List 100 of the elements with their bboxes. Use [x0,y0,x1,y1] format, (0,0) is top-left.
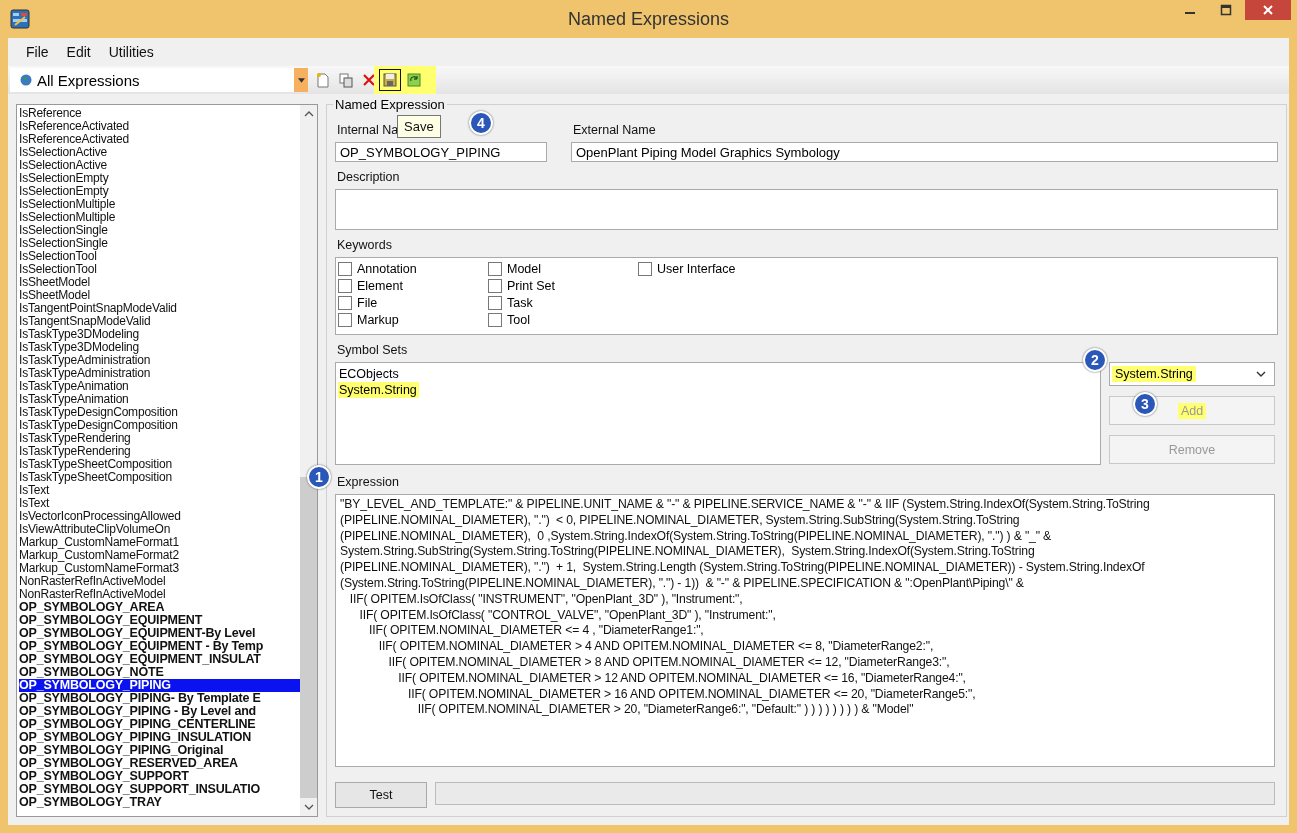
list-item[interactable]: IsSheetModel [19,289,300,302]
list-item[interactable]: IsViewAttributeClipVolumeOn [19,523,300,536]
list-item[interactable]: OP_SYMBOLOGY_PIPING_CENTERLINE [19,718,300,731]
copy-icon[interactable] [338,72,354,88]
keyword-checkbox[interactable]: Markup [338,311,488,328]
keyword-checkbox[interactable]: File [338,294,488,311]
list-item[interactable]: IsTaskTypeRendering [19,445,300,458]
checkbox-icon[interactable] [338,261,352,276]
list-item[interactable]: OP_SYMBOLOGY_PIPING_INSULATION [19,731,300,744]
checkbox-icon[interactable] [338,278,352,293]
menu-item[interactable]: Edit [66,44,91,60]
checkbox-icon[interactable] [338,312,352,327]
list-item[interactable]: IsSelectionTool [19,250,300,263]
keyword-checkbox[interactable]: Tool [488,311,638,328]
keyword-checkbox[interactable]: User Interface [638,260,788,277]
list-item[interactable]: IsTangentPointSnapModeValid [19,302,300,315]
external-name-field[interactable]: OpenPlant Piping Model Graphics Symbology [571,142,1278,162]
symbol-set-item[interactable]: ECObjects [338,366,401,382]
list-item[interactable]: OP_SYMBOLOGY_EQUIPMENT - By Temp [19,640,300,653]
test-button[interactable]: Test [335,782,427,808]
list-item[interactable]: NonRasterRefInActiveModel [19,588,300,601]
list-item[interactable]: NonRasterRefInActiveModel [19,575,300,588]
list-item[interactable]: IsSelectionSingle [19,224,300,237]
list-item[interactable]: IsSelectionEmpty [19,185,300,198]
save-icon[interactable] [382,72,398,88]
list-item[interactable]: IsTaskTypeSheetComposition [19,458,300,471]
keyword-checkbox[interactable]: Print Set [488,277,638,294]
field-label: Symbol Sets [337,343,409,357]
refresh-icon[interactable] [406,72,422,88]
list-item[interactable]: OP_SYMBOLOGY_TRAY [19,796,300,809]
callout-badge: 4 [469,111,493,135]
list-item[interactable]: OP_SYMBOLOGY_AREA [19,601,300,614]
close-button[interactable] [1245,0,1291,20]
keyword-checkbox[interactable]: Element [338,277,488,294]
list-item[interactable]: IsText [19,484,300,497]
list-item[interactable]: OP_SYMBOLOGY_EQUIPMENT_INSULAT [19,653,300,666]
internal-name-field[interactable]: OP_SYMBOLOGY_PIPING [335,142,547,162]
scrollbar-thumb[interactable] [300,477,317,798]
maximize-icon [1220,4,1232,16]
list-item[interactable]: OP_SYMBOLOGY_PIPING_Original [19,744,300,757]
scrollbar[interactable] [300,105,317,816]
symbol-set-item[interactable]: System.String [338,382,419,398]
list-item[interactable]: OP_SYMBOLOGY_SUPPORT_INSULATIO [19,783,300,796]
list-item[interactable]: IsSelectionMultiple [19,211,300,224]
checkbox-icon[interactable] [488,261,502,276]
list-item[interactable]: IsTaskTypeRendering [19,432,300,445]
list-item[interactable]: IsSheetModel [19,276,300,289]
menu-item[interactable]: File [26,44,49,60]
list-item[interactable]: OP_SYMBOLOGY_PIPING [19,679,300,692]
expression-field[interactable] [335,494,1275,767]
list-item[interactable]: IsTaskTypeDesignComposition [19,406,300,419]
scroll-up-icon[interactable] [303,111,314,117]
list-item[interactable]: OP_SYMBOLOGY_RESERVED_AREA [19,757,300,770]
chevron-icon [1256,371,1266,377]
list-item[interactable]: OP_SYMBOLOGY_PIPING - By Level and [19,705,300,718]
checkbox-icon[interactable] [638,261,652,276]
list-item[interactable]: IsSelectionActive [19,146,300,159]
list-item[interactable]: Markup_CustomNameFormat1 [19,536,300,549]
list-item[interactable]: OP_SYMBOLOGY_SUPPORT [19,770,300,783]
filter-dropdown[interactable]: All Expressions [10,68,308,92]
list-item[interactable]: Markup_CustomNameFormat2 [19,549,300,562]
list-item[interactable]: OP_SYMBOLOGY_EQUIPMENT [19,614,300,627]
description-field[interactable] [335,189,1278,230]
list-item[interactable]: Markup_CustomNameFormat3 [19,562,300,575]
list-item[interactable]: IsTangentSnapModeValid [19,315,300,328]
list-item[interactable]: IsSelectionSingle [19,237,300,250]
list-item[interactable]: OP_SYMBOLOGY_EQUIPMENT-By Level [19,627,300,640]
list-item[interactable]: IsTaskTypeDesignComposition [19,419,300,432]
callout-badge: 1 [307,465,331,489]
checkbox-icon[interactable] [338,295,352,310]
checkbox-icon[interactable] [488,278,502,293]
list-item[interactable]: IsText [19,497,300,510]
list-item[interactable]: IsTaskTypeAdministration [19,354,300,367]
list-item[interactable]: IsTaskTypeSheetComposition [19,471,300,484]
list-item[interactable]: IsTaskTypeAnimation [19,393,300,406]
keyword-checkbox[interactable]: Model [488,260,638,277]
list-item[interactable]: OP_SYMBOLOGY_PIPING- By Template E [19,692,300,705]
delete-icon[interactable] [361,72,377,88]
list-item[interactable]: IsSelectionTool [19,263,300,276]
callout-badge: 2 [1083,348,1107,372]
symbol-set-dropdown[interactable]: System.String [1109,362,1275,386]
list-item[interactable]: IsTaskType3DModeling [19,328,300,341]
list-item[interactable]: IsSelectionMultiple [19,198,300,211]
list-item[interactable]: IsVectorIconProcessingAllowed [19,510,300,523]
scroll-down-icon[interactable] [303,804,314,810]
list-item[interactable]: IsReference [19,107,300,120]
list-item[interactable]: IsReferenceActivated [19,133,300,146]
checkbox-icon[interactable] [488,295,502,310]
list-item[interactable]: IsTaskType3DModeling [19,341,300,354]
menu-item[interactable]: Utilities [108,44,154,60]
list-item[interactable]: OP_SYMBOLOGY_NOTE [19,666,300,679]
field-label: External Name [573,123,657,137]
list-item[interactable]: IsTaskTypeAnimation [19,380,300,393]
list-item[interactable]: IsTaskTypeAdministration [19,367,300,380]
list-item[interactable]: IsReferenceActivated [19,120,300,133]
keyword-checkbox[interactable]: Annotation [338,260,488,277]
checkbox-icon[interactable] [488,312,502,327]
keyword-checkbox[interactable]: Task [488,294,638,311]
list-item[interactable]: IsSelectionActive [19,159,300,172]
list-item[interactable]: IsSelectionEmpty [19,172,300,185]
